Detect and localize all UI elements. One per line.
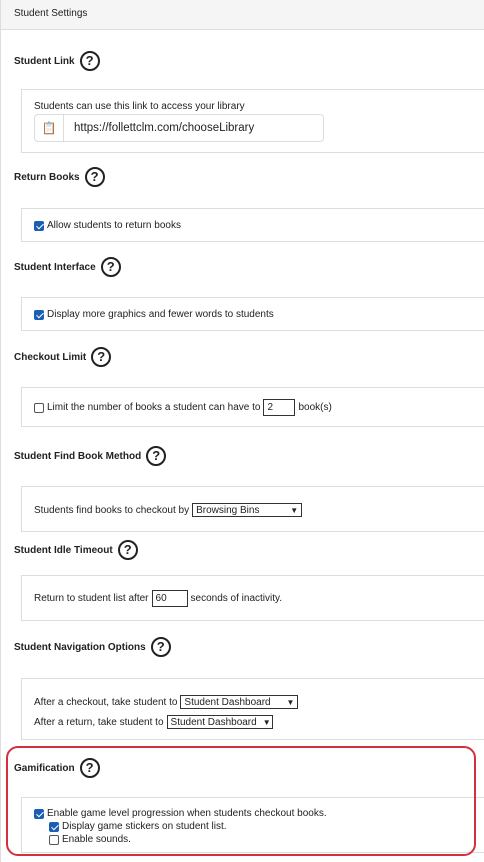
checkout-nav-row: After a checkout, take student to Studen… <box>34 695 299 709</box>
student-link-desc: Students can use this link to access you… <box>34 101 245 112</box>
idle-timeout-row: Return to student list after 60 seconds … <box>34 590 282 607</box>
section-title-gamification: Gamification ? <box>14 758 100 778</box>
sounds-checkbox[interactable] <box>49 834 59 845</box>
return-books-box: Allow students to return books <box>21 208 484 242</box>
copy-button[interactable]: 📋 <box>35 115 64 141</box>
find-method-box: Students find books to checkout by Brows… <box>21 486 484 532</box>
chevron-down-icon: ▼ <box>262 717 271 727</box>
return-books-option[interactable]: Allow students to return books <box>34 220 181 231</box>
student-interface-checkbox[interactable] <box>34 309 44 320</box>
checkout-limit-option: Limit the number of books a student can … <box>34 399 332 416</box>
return-nav-row: After a return, take student to Student … <box>34 715 273 729</box>
help-icon[interactable]: ? <box>79 51 100 71</box>
chevron-down-icon: ▼ <box>286 697 295 707</box>
navigation-box: After a checkout, take student to Studen… <box>21 678 484 740</box>
gamification-box: Enable game level progression when stude… <box>21 797 484 853</box>
help-icon[interactable]: ? <box>84 167 105 187</box>
section-title-navigation: Student Navigation Options ? <box>14 637 171 657</box>
checkout-limit-checkbox[interactable] <box>34 402 44 413</box>
stickers-option[interactable]: Display game stickers on student list. <box>49 821 227 832</box>
section-title-checkout-limit: Checkout Limit ? <box>14 347 112 367</box>
section-title-find-method: Student Find Book Method ? <box>14 446 167 466</box>
student-interface-box: Display more graphics and fewer words to… <box>21 297 484 331</box>
stickers-checkbox[interactable] <box>49 821 59 832</box>
checkout-nav-select[interactable]: Student Dashboard ▼ <box>180 695 299 709</box>
help-icon[interactable]: ? <box>91 347 112 367</box>
checkout-limit-input[interactable]: 2 <box>263 399 296 416</box>
student-link-field[interactable]: 📋 https://follettclm.com/chooseLibrary <box>34 114 324 142</box>
find-method-row: Students find books to checkout by Brows… <box>34 503 303 517</box>
clipboard-icon: 📋 <box>41 121 57 135</box>
help-icon[interactable]: ? <box>146 446 167 466</box>
help-icon[interactable]: ? <box>100 257 121 277</box>
settings-panel: Student Settings Student Link ? Students… <box>0 0 484 862</box>
section-title-idle-timeout: Student Idle Timeout ? <box>14 540 138 560</box>
help-icon[interactable]: ? <box>150 637 171 657</box>
chevron-down-icon: ▼ <box>290 505 299 515</box>
section-title-return-books: Return Books ? <box>14 167 105 187</box>
level-progression-checkbox[interactable] <box>34 808 44 819</box>
idle-timeout-box: Return to student list after 60 seconds … <box>21 575 484 621</box>
panel-title: Student Settings <box>14 8 88 19</box>
student-interface-option[interactable]: Display more graphics and fewer words to… <box>34 309 274 320</box>
find-method-select[interactable]: Browsing Bins ▼ <box>192 503 303 517</box>
checkout-limit-box: Limit the number of books a student can … <box>21 387 484 427</box>
return-books-checkbox[interactable] <box>34 220 44 231</box>
return-nav-select[interactable]: Student Dashboard ▼ <box>166 715 273 729</box>
student-link-url[interactable]: https://follettclm.com/chooseLibrary <box>64 122 254 134</box>
sounds-option[interactable]: Enable sounds. <box>49 834 131 845</box>
section-title-student-interface: Student Interface ? <box>14 257 121 277</box>
panel-header: Student Settings <box>1 0 484 30</box>
student-link-box: Students can use this link to access you… <box>21 89 484 153</box>
idle-timeout-input[interactable]: 60 <box>151 590 188 607</box>
help-icon[interactable]: ? <box>117 540 138 560</box>
level-progression-option[interactable]: Enable game level progression when stude… <box>34 808 327 819</box>
section-title-student-link: Student Link ? <box>14 51 100 71</box>
help-icon[interactable]: ? <box>79 758 100 778</box>
